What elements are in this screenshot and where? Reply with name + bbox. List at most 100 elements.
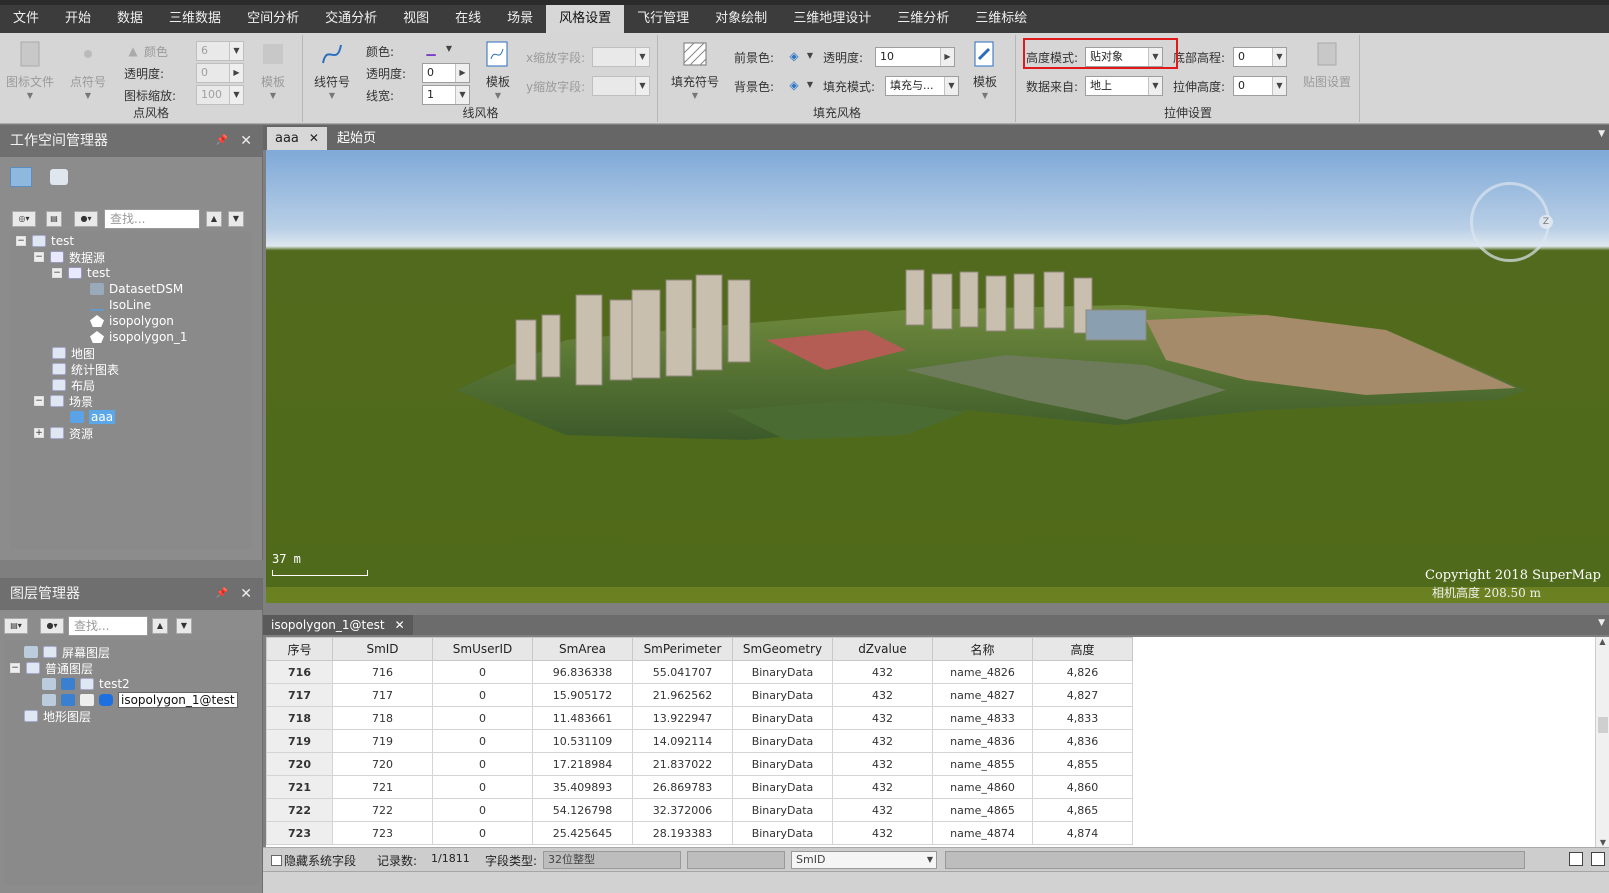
search-up-icon[interactable]: ▲ bbox=[206, 211, 222, 227]
close-icon[interactable]: ✕ bbox=[240, 578, 252, 610]
column-header[interactable]: SmArea bbox=[532, 637, 633, 661]
row-number-cell[interactable]: 719 bbox=[266, 729, 333, 753]
expand-icon[interactable]: + bbox=[34, 428, 44, 438]
menu-file[interactable]: 文件 bbox=[0, 5, 52, 33]
y-scale-field-select[interactable]: ▼ bbox=[592, 76, 650, 96]
row-number-cell[interactable]: 716 bbox=[266, 660, 333, 684]
table-cell[interactable]: 14.092114 bbox=[632, 729, 733, 753]
layout-view-icon[interactable] bbox=[1591, 852, 1605, 866]
tree-node-resources[interactable]: + 资源 bbox=[34, 425, 93, 441]
menu-start[interactable]: 开始 bbox=[52, 5, 104, 33]
fill-opacity-field[interactable]: 10 ▶ bbox=[875, 47, 955, 67]
tree-node-layer-test2[interactable]: test2 bbox=[42, 676, 130, 692]
menu-style-settings[interactable]: 风格设置 bbox=[546, 5, 625, 33]
table-cell[interactable]: 21.962562 bbox=[632, 683, 733, 707]
menu-traffic-analysis[interactable]: 交通分析 bbox=[312, 5, 390, 33]
table-cell[interactable]: 0 bbox=[432, 752, 533, 776]
filter-icon[interactable]: ●▾ bbox=[74, 211, 98, 227]
base-height-field[interactable]: 0 ▼ bbox=[1233, 47, 1287, 67]
menu-online[interactable]: 在线 bbox=[442, 5, 494, 33]
table-cell[interactable]: 10.531109 bbox=[532, 729, 633, 753]
table-cell[interactable]: BinaryData bbox=[732, 775, 833, 799]
data-source-select[interactable]: 地上 ▼ bbox=[1085, 76, 1163, 96]
menu-flight[interactable]: 飞行管理 bbox=[624, 5, 702, 33]
collapse-icon[interactable]: − bbox=[16, 236, 26, 246]
fill-mode-select[interactable]: 填充与... ▼ bbox=[885, 76, 959, 96]
table-cell[interactable]: 28.193383 bbox=[632, 821, 733, 845]
collapse-icon[interactable]: − bbox=[34, 252, 44, 262]
table-cell[interactable]: 13.922947 bbox=[632, 706, 733, 730]
table-cell[interactable]: 0 bbox=[432, 706, 533, 730]
chevron-down-icon[interactable]: ▼ bbox=[801, 77, 819, 93]
column-header[interactable]: SmUserID bbox=[432, 637, 533, 661]
tree-node-isopolygon-1[interactable]: isopolygon_1 bbox=[90, 329, 188, 345]
field-name-select[interactable]: SmID ▼ bbox=[791, 851, 937, 869]
eye-icon[interactable] bbox=[42, 678, 56, 690]
tree-node-scenes[interactable]: − 场景 bbox=[34, 393, 93, 409]
chevron-down-icon[interactable]: ▼ bbox=[440, 41, 458, 57]
table-cell[interactable]: 432 bbox=[832, 752, 933, 776]
table-cell[interactable]: 432 bbox=[832, 775, 933, 799]
tree-node-charts[interactable]: 统计图表 bbox=[52, 361, 119, 377]
table-cell[interactable]: 0 bbox=[432, 821, 533, 845]
table-cell[interactable]: 432 bbox=[832, 798, 933, 822]
extrude-height-field[interactable]: 0 ▼ bbox=[1233, 76, 1287, 96]
table-cell[interactable]: 432 bbox=[832, 660, 933, 684]
table-cell[interactable]: 96.836338 bbox=[532, 660, 633, 684]
select-arrow-icon[interactable] bbox=[61, 694, 75, 706]
zoom-z-icon[interactable]: Z bbox=[1539, 215, 1553, 229]
table-cell[interactable]: 721 bbox=[332, 775, 433, 799]
tree-node-maps[interactable]: 地图 bbox=[52, 345, 95, 361]
column-header[interactable]: 名称 bbox=[932, 637, 1033, 661]
table-row[interactable]: 721 721 0 35.409893 26.869783 BinaryData 432 na… bbox=[266, 775, 1133, 799]
menu-object-draw[interactable]: 对象绘制 bbox=[702, 5, 780, 33]
select-arrow-icon[interactable] bbox=[61, 678, 75, 690]
fill-symbol-button[interactable]: 填充符号 ▼ bbox=[665, 39, 725, 100]
table-cell[interactable]: BinaryData bbox=[732, 821, 833, 845]
table-cell[interactable]: 717 bbox=[332, 683, 433, 707]
table-cell[interactable]: name_4827 bbox=[932, 683, 1033, 707]
close-icon[interactable]: ✕ bbox=[309, 131, 319, 145]
tab-start-page[interactable]: 起始页 bbox=[329, 127, 384, 150]
table-cell[interactable]: 35.409893 bbox=[532, 775, 633, 799]
tree-node-workspace[interactable]: − test bbox=[16, 233, 74, 249]
table-cell[interactable]: 21.837022 bbox=[632, 752, 733, 776]
menu-spatial-analysis[interactable]: 空间分析 bbox=[234, 5, 312, 33]
hide-system-fields-checkbox[interactable]: 隐藏系统字段 bbox=[271, 852, 356, 869]
eye-icon[interactable] bbox=[42, 694, 56, 706]
column-header[interactable]: dZvalue bbox=[832, 637, 933, 661]
table-cell[interactable]: 25.425645 bbox=[532, 821, 633, 845]
layer-search-down-icon[interactable]: ▼ bbox=[176, 618, 192, 634]
fill-template-button[interactable]: 模板 ▼ bbox=[960, 39, 1010, 100]
row-number-cell[interactable]: 723 bbox=[266, 821, 333, 845]
icon-file-button[interactable]: 图标文件 ▼ bbox=[2, 39, 58, 100]
column-header[interactable]: 序号 bbox=[266, 637, 333, 661]
row-number-cell[interactable]: 720 bbox=[266, 752, 333, 776]
table-cell[interactable]: 722 bbox=[332, 798, 433, 822]
table-cell[interactable]: 432 bbox=[832, 683, 933, 707]
chevron-down-icon[interactable]: ▼ bbox=[1598, 129, 1605, 139]
table-cell[interactable]: BinaryData bbox=[732, 660, 833, 684]
layers-tab-icon[interactable] bbox=[50, 169, 68, 185]
table-cell[interactable]: 55.041707 bbox=[632, 660, 733, 684]
tree-node-dataset-dsm[interactable]: DatasetDSM bbox=[90, 281, 183, 297]
search-down-icon[interactable]: ▼ bbox=[228, 211, 244, 227]
column-header[interactable]: SmID bbox=[332, 637, 433, 661]
layer-filter-icon[interactable]: ●▾ bbox=[40, 618, 64, 634]
menu-3d-analysis[interactable]: 三维分析 bbox=[884, 5, 962, 33]
menu-3d-plot[interactable]: 三维标绘 bbox=[962, 5, 1040, 33]
row-number-cell[interactable]: 722 bbox=[266, 798, 333, 822]
workspace-tab-icon[interactable] bbox=[10, 167, 32, 187]
table-cell[interactable]: 432 bbox=[832, 729, 933, 753]
table-cell[interactable]: 11.483661 bbox=[532, 706, 633, 730]
table-cell[interactable]: 0 bbox=[432, 729, 533, 753]
table-cell[interactable]: name_4860 bbox=[932, 775, 1033, 799]
table-cell[interactable]: 4,865 bbox=[1032, 798, 1133, 822]
x-scale-field-select[interactable]: ▼ bbox=[592, 47, 650, 67]
menu-scene[interactable]: 场景 bbox=[494, 5, 546, 33]
pin-icon[interactable]: 📌 bbox=[216, 125, 228, 157]
point-color-icon[interactable]: ▲ bbox=[124, 43, 142, 59]
table-row[interactable]: 718 718 0 11.483661 13.922947 BinaryData 432 na… bbox=[266, 706, 1133, 730]
table-cell[interactable]: 723 bbox=[332, 821, 433, 845]
view-options-icon[interactable]: ◎▾ bbox=[12, 211, 36, 227]
